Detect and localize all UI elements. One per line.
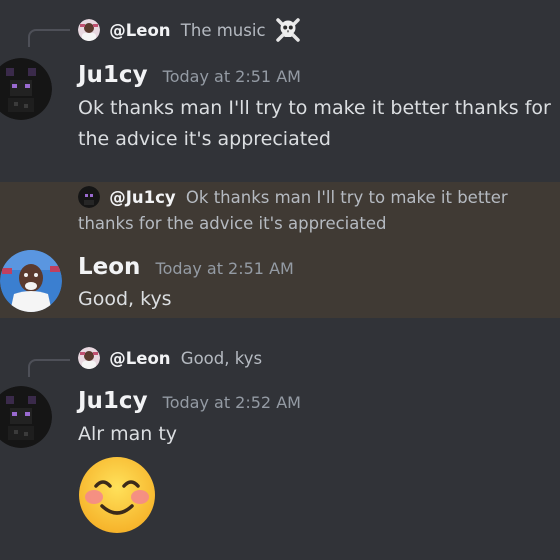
leon-avatar[interactable] (0, 250, 62, 312)
reply-preview[interactable]: @Leon Good, kys (78, 346, 262, 372)
timestamp[interactable]: Today at 2:51 AM (163, 67, 301, 86)
reply-username[interactable]: @Ju1cy (109, 188, 175, 207)
reply-text: The music (180, 21, 266, 40)
reply-text: Good, kys (180, 349, 263, 368)
message-ju1cy-2[interactable]: @Leon Good, kys Ju1cy Today at 2:52 AM A… (0, 330, 560, 560)
leon-mini-avatar (78, 19, 100, 41)
author-name[interactable]: Ju1cy (78, 62, 148, 88)
reply-preview[interactable]: @Ju1cy Ok thanks man I'll try to make it… (78, 185, 554, 237)
message-leon[interactable]: @Ju1cy Ok thanks man I'll try to make it… (0, 182, 560, 318)
reply-username[interactable]: @Leon (109, 21, 170, 40)
reply-spine (28, 29, 70, 47)
ju1cy-avatar[interactable] (0, 386, 52, 448)
message-header: Ju1cy Today at 2:52 AM (78, 388, 301, 414)
message-text: Ok thanks man I'll try to make it better… (78, 97, 551, 150)
smiling-face-with-blush-emoji (78, 456, 156, 538)
reply-spine (28, 359, 70, 377)
message-text: Alr man ty (78, 423, 178, 445)
author-name[interactable]: Ju1cy (78, 388, 148, 414)
reply-username[interactable]: @Leon (109, 349, 170, 368)
message-header: Ju1cy Today at 2:51 AM (78, 62, 301, 88)
skull-crossbones-icon (274, 16, 302, 52)
timestamp[interactable]: Today at 2:52 AM (163, 393, 301, 412)
message-header: Leon Today at 2:51 AM (78, 254, 294, 280)
author-name[interactable]: Leon (78, 254, 140, 280)
timestamp[interactable]: Today at 2:51 AM (156, 259, 294, 278)
message-ju1cy-1[interactable]: @Leon The music Ju1cy Today at 2:51 AM O… (0, 0, 560, 170)
ju1cy-mini-avatar (78, 186, 100, 208)
reply-preview[interactable]: @Leon The music (78, 16, 302, 52)
ju1cy-avatar[interactable] (0, 58, 52, 120)
message-text: Good, kys (78, 288, 172, 310)
chat-messages: @Leon The music Ju1cy Today at 2:51 AM O… (0, 0, 560, 560)
leon-mini-avatar (78, 347, 100, 369)
